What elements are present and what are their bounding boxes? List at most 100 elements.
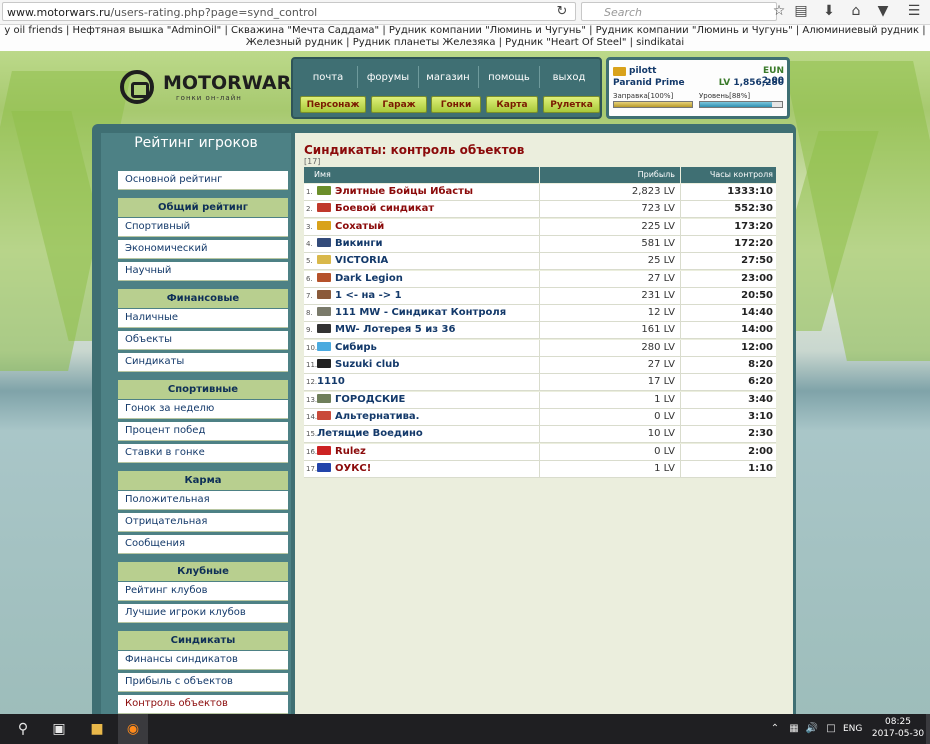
sidebar-item[interactable]: Гонок за неделю <box>118 400 288 419</box>
reading-list-icon[interactable]: ▤ <box>790 2 812 21</box>
task-view-icon[interactable]: ▣ <box>46 714 72 744</box>
syndicate-link[interactable]: VICTORIA <box>335 255 388 266</box>
sidebar-section-header: Финансовые <box>118 289 288 308</box>
nav-mail[interactable]: почта <box>300 72 356 86</box>
sidebar-item[interactable]: Рейтинг клубов <box>118 582 288 601</box>
syndicate-emblem-icon <box>317 237 331 247</box>
control-hours-cell: 27:50 <box>741 255 773 267</box>
sidebar-item[interactable]: Основной рейтинг <box>118 171 288 190</box>
sidebar-item[interactable]: Спортивный <box>118 218 288 237</box>
garage-button[interactable]: Гараж <box>371 96 427 113</box>
pocket-icon[interactable]: ▼ <box>872 2 894 21</box>
volume-icon[interactable]: 🔊 <box>804 714 820 744</box>
syndicate-link[interactable]: 111 MW - Синдикат Контроля <box>335 307 506 318</box>
file-explorer-icon[interactable]: ■ <box>84 714 110 744</box>
syndicate-link[interactable]: MW- Лотерея 5 из 36 <box>335 324 455 335</box>
column-header-name[interactable]: Имя <box>304 167 539 183</box>
control-hours-cell: 2:00 <box>748 445 773 457</box>
syndicate-link[interactable]: 1 <- на -> 1 <box>335 290 402 301</box>
sidebar-item[interactable]: Контроль объектов <box>118 695 288 714</box>
sidebar-item[interactable]: Ставки в гонке <box>118 444 288 463</box>
sidebar-item[interactable]: Прибыль с объектов <box>118 673 288 692</box>
nav-shop[interactable]: магазин <box>419 72 477 86</box>
firefox-icon[interactable]: ◉ <box>118 714 148 744</box>
syndicate-link[interactable]: Сохатый <box>335 221 384 232</box>
sidebar-item[interactable]: Процент побед <box>118 422 288 441</box>
syndicate-emblem-icon <box>317 462 331 472</box>
menu-icon[interactable]: ☰ <box>903 2 925 21</box>
table-row: 9. MW- Лотерея 5 из 36 161 LV 14:00 <box>304 322 776 340</box>
syndicate-link[interactable]: Rulez <box>335 446 366 457</box>
sidebar-item[interactable]: Научный <box>118 262 288 281</box>
sidebar-item[interactable]: Сообщения <box>118 535 288 554</box>
language-indicator[interactable]: ENG <box>843 714 867 744</box>
profit-cell: 280 LV <box>540 339 681 356</box>
download-icon[interactable]: ⬇ <box>818 2 840 21</box>
sidebar-item[interactable]: Наличные <box>118 309 288 328</box>
table-row: 4. Викинги 581 LV 172:20 <box>304 235 776 253</box>
sidebar-item[interactable]: Финансы синдикатов <box>118 651 288 670</box>
syndicate-link[interactable]: Летящие Воедино <box>317 428 423 439</box>
search-input[interactable]: Search <box>581 2 777 21</box>
column-header-profit[interactable]: Прибыль <box>540 167 680 183</box>
character-button[interactable]: Персонаж <box>300 96 366 113</box>
bookmarks-bar[interactable]: y oil friends | Нефтяная вышка "AdminOil… <box>0 25 930 51</box>
syndicate-emblem-icon <box>317 255 331 265</box>
rank: 1. <box>306 188 313 196</box>
syndicate-name-cell: 9. MW- Лотерея 5 из 36 <box>304 322 540 339</box>
url-bar[interactable]: www.motorwars.ru/users-rating.php?page=s… <box>2 2 576 21</box>
rank: 7. <box>306 291 313 300</box>
syndicate-link[interactable]: Альтернатива. <box>335 411 419 422</box>
sidebar-section-header: Общий рейтинг <box>118 198 288 217</box>
sidebar-item[interactable]: Экономический <box>118 240 288 259</box>
show-desktop-button[interactable] <box>926 714 930 744</box>
logo-subtitle: гонки он-лайн <box>176 94 242 102</box>
control-hours-cell: 2:30 <box>748 428 773 440</box>
table-row: 7. 1 <- на -> 1 231 LV 20:50 <box>304 287 776 305</box>
sidebar-item[interactable]: Объекты <box>118 331 288 350</box>
level-bar <box>699 101 783 108</box>
syndicate-link[interactable]: Dark Legion <box>335 273 403 284</box>
fuel-bar <box>613 101 693 108</box>
lv-balance: LV 1,856,280 <box>710 78 784 88</box>
syndicate-link[interactable]: Сибирь <box>335 342 377 353</box>
network-icon[interactable]: ▦ <box>786 714 802 744</box>
races-button[interactable]: Гонки <box>431 96 481 113</box>
syndicate-link[interactable]: ОУКС! <box>335 463 371 474</box>
sidebar-item[interactable]: Синдикаты <box>118 353 288 372</box>
sidebar-item[interactable]: Лучшие игроки клубов <box>118 604 288 623</box>
chevron-up-icon[interactable]: ⌃ <box>768 714 782 744</box>
user-car[interactable]: Paranid Prime <box>613 78 685 88</box>
sidebar-item[interactable]: Отрицательная <box>118 513 288 532</box>
sidebar-item[interactable]: Положительная <box>118 491 288 510</box>
nav-logout[interactable]: выход <box>541 72 597 86</box>
column-header-hours[interactable]: Часы контроля <box>681 167 776 183</box>
clock[interactable]: 08:25 2017-05-30 <box>870 716 926 740</box>
syndicate-link[interactable]: ГОРОДСКИЕ <box>335 394 405 405</box>
rank: 9. <box>306 326 313 335</box>
star-icon[interactable]: ☆ <box>768 2 790 21</box>
syndicate-link[interactable]: Элитные Бойцы Ибасты <box>335 186 473 197</box>
syndicate-link[interactable]: Suzuki club <box>335 359 399 370</box>
user-name[interactable]: pilott <box>629 66 656 76</box>
syndicate-link[interactable]: Викинги <box>335 238 383 249</box>
sidebar-section-header: Спортивные <box>118 380 288 399</box>
nav-forums[interactable]: форумы <box>360 72 416 86</box>
reload-icon[interactable]: ↻ <box>552 3 572 20</box>
nav-help[interactable]: помощь <box>480 72 538 86</box>
roulette-button[interactable]: Рулетка <box>543 96 600 113</box>
syndicate-name-cell: 7. 1 <- на -> 1 <box>304 287 540 304</box>
notifications-icon[interactable]: □ <box>823 714 839 744</box>
home-icon[interactable]: ⌂ <box>845 2 867 21</box>
url-host: www.motorwars.ru <box>7 6 111 19</box>
syndicate-link[interactable]: 1110 <box>317 376 345 387</box>
search-icon[interactable]: ⚲ <box>10 714 36 744</box>
syndicate-emblem-icon <box>317 445 331 455</box>
profit-cell: 225 LV <box>540 218 681 235</box>
syndicate-link[interactable]: Боевой синдикат <box>335 203 434 214</box>
profit-cell: 231 LV <box>540 287 681 304</box>
map-button[interactable]: Карта <box>486 96 538 113</box>
table-row: 5. VICTORIA 25 LV 27:50 <box>304 253 776 271</box>
syndicate-name-cell: 3. Сохатый <box>304 218 540 235</box>
rank: 8. <box>306 309 313 318</box>
